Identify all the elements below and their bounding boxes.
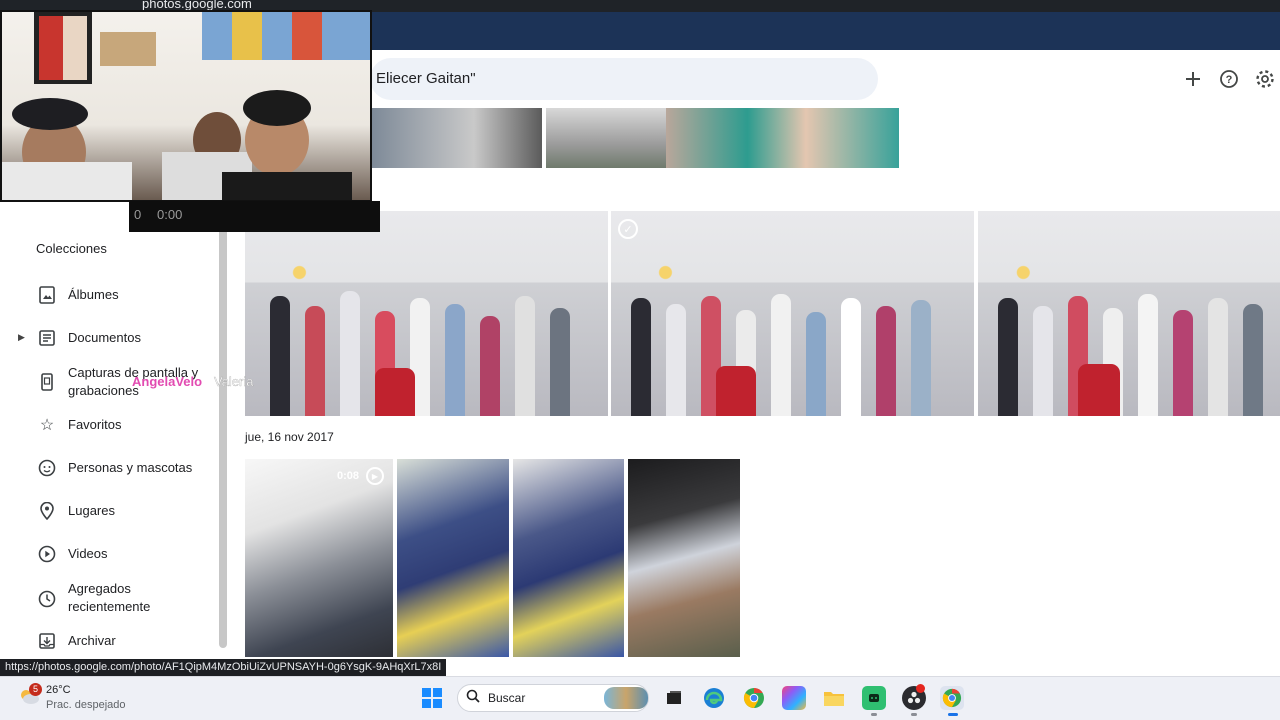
sidebar-item-favorites[interactable]: ☆ Favoritos <box>0 405 215 445</box>
photo-thumbnail[interactable] <box>666 108 899 168</box>
sidebar-item-label: Videos <box>68 546 108 561</box>
overlay-name-primary: AngelaVelo <box>132 374 203 389</box>
overlay-name-secondary: Valeria <box>214 374 254 389</box>
play-icon: ▶ <box>366 467 384 485</box>
sidebar-item-label: Álbumes <box>68 287 119 302</box>
sidebar-item-label: Lugares <box>68 503 115 518</box>
plus-icon[interactable] <box>1180 66 1206 92</box>
edge-icon[interactable] <box>702 686 726 710</box>
chrome-icon[interactable] <box>742 686 766 710</box>
expand-arrow-icon[interactable]: ▶ <box>18 332 25 343</box>
sidebar-scrollbar[interactable] <box>219 228 227 648</box>
star-icon: ☆ <box>39 417 55 434</box>
link-status-bar: https://photos.google.com/photo/AF1QipM4… <box>0 659 447 676</box>
photo-thumbnail[interactable] <box>978 211 1280 416</box>
location-pin-icon <box>38 502 56 520</box>
webcam-timer: 0:00 <box>157 207 183 222</box>
sidebar-item-label: Favoritos <box>68 417 122 432</box>
gear-icon[interactable] <box>1252 66 1278 92</box>
task-view-icon[interactable] <box>662 686 686 710</box>
svg-text:?: ? <box>1226 74 1233 86</box>
photo-thumbnail[interactable] <box>397 459 509 657</box>
select-check-icon[interactable]: ✓ <box>618 219 638 239</box>
notification-badge: 5 <box>29 683 42 696</box>
clock-icon <box>38 590 56 608</box>
search-highlight-image <box>604 687 648 709</box>
face-icon <box>38 459 56 477</box>
chrome-profile-icon[interactable] <box>940 686 964 710</box>
archive-icon <box>38 632 56 650</box>
recording-indicator <box>916 684 925 693</box>
photo-thumbnail-selected[interactable] <box>611 211 974 416</box>
sidebar-item-people-pets[interactable]: Personas y mascotas <box>0 448 215 488</box>
sidebar-item-recently-added[interactable]: Agregados recientemente <box>0 578 215 620</box>
running-indicator <box>911 713 917 716</box>
sidebar-item-albums[interactable]: Álbumes <box>0 275 215 315</box>
sidebar-item-videos[interactable]: Videos <box>0 534 215 574</box>
play-circle-icon <box>38 545 56 563</box>
webcam-counter: 0 <box>134 207 142 222</box>
search-icon <box>466 689 480 706</box>
video-thumbnail[interactable] <box>245 459 393 657</box>
collections-heading: Colecciones <box>36 241 107 256</box>
sidebar-item-label: Archivar <box>68 633 116 648</box>
sidebar-item-archive[interactable]: Archivar <box>0 621 215 661</box>
sidebar-item-label: Documentos <box>68 330 141 345</box>
windows-start-icon[interactable] <box>422 688 442 708</box>
photo-thumbnail[interactable] <box>513 459 624 657</box>
sidebar-item-documents[interactable]: ▶ Documentos <box>0 318 215 358</box>
sidebar-item-places[interactable]: Lugares <box>0 491 215 531</box>
sidebar-item-label: Agregados recientemente <box>68 581 151 614</box>
app-icon-green[interactable] <box>862 686 886 710</box>
photo-thumbnail[interactable] <box>245 211 608 416</box>
sidebar-item-label: Personas y mascotas <box>68 460 193 475</box>
album-icon <box>38 286 56 304</box>
help-icon[interactable]: ? <box>1216 66 1242 92</box>
search-query-text: Eliecer Gaitan" <box>376 70 476 87</box>
photo-thumbnail[interactable] <box>628 459 740 657</box>
photo-thumbnail[interactable] <box>372 108 542 168</box>
copilot-icon[interactable] <box>782 686 806 710</box>
date-group-label: jue, 16 nov 2017 <box>245 430 334 444</box>
weather-temperature[interactable]: 26°C <box>46 684 71 696</box>
weather-description[interactable]: Prac. despejado <box>46 699 126 711</box>
document-icon <box>38 329 56 347</box>
photo-thumbnail[interactable] <box>546 108 666 168</box>
webcam-overlay <box>0 10 372 202</box>
file-explorer-icon[interactable] <box>822 686 846 710</box>
video-duration: 0:08 <box>337 470 360 482</box>
phone-screenshot-icon <box>38 373 56 391</box>
taskbar-search-placeholder: Buscar <box>488 691 526 705</box>
running-indicator <box>871 713 877 716</box>
active-indicator <box>948 713 958 716</box>
